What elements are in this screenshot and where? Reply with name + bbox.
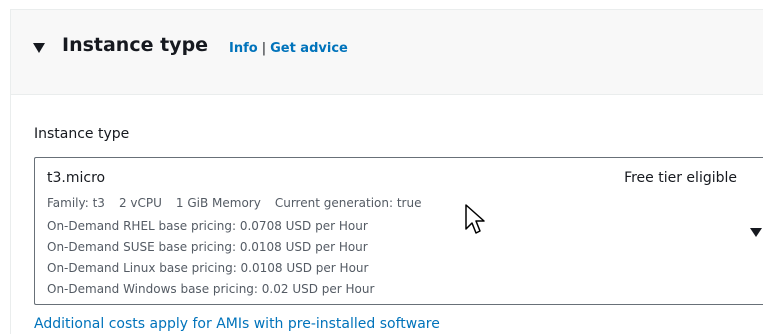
mouse-cursor-icon xyxy=(465,204,485,234)
pricing-windows: On-Demand Windows base pricing: 0.02 USD… xyxy=(47,282,375,296)
link-separator: | xyxy=(261,41,267,56)
instance-type-panel: Instance type Info | Get advice Instance t… xyxy=(10,9,763,334)
pricing-rhel: On-Demand RHEL base pricing: 0.0708 USD … xyxy=(47,219,368,233)
info-link[interactable]: Info xyxy=(229,41,258,56)
pricing-linux: On-Demand Linux base pricing: 0.0108 USD… xyxy=(47,261,369,275)
dropdown-arrow-icon[interactable] xyxy=(750,228,762,237)
instance-generation: Current generation: true xyxy=(274,196,422,210)
additional-costs-link[interactable]: Additional costs apply for AMIs with pre… xyxy=(34,316,440,332)
pricing-suse: On-Demand SUSE base pricing: 0.0108 USD … xyxy=(47,240,368,254)
section-title: Instance type xyxy=(62,34,209,56)
instance-family: Family: t3 xyxy=(47,196,105,210)
pricing-list: On-Demand RHEL base pricing: 0.0708 USD … xyxy=(47,216,374,300)
get-advice-link[interactable]: Get advice xyxy=(270,41,348,56)
instance-type-select[interactable]: t3.micro Free tier eligible Family: t3 2 … xyxy=(34,157,763,305)
header-links: Info | Get advice xyxy=(229,41,348,56)
section-header[interactable]: Instance type Info | Get advice xyxy=(11,10,763,95)
free-tier-badge: Free tier eligible xyxy=(624,170,737,186)
caret-down-icon[interactable] xyxy=(33,43,45,53)
instance-type-label: Instance type xyxy=(34,126,130,142)
selected-instance-name: t3.micro xyxy=(47,170,106,186)
instance-memory: 1 GiB Memory xyxy=(175,196,261,210)
instance-vcpu: 2 vCPU xyxy=(118,196,162,210)
instance-specs: Family: t3 2 vCPU 1 GiB Memory Current gene… xyxy=(47,196,435,210)
